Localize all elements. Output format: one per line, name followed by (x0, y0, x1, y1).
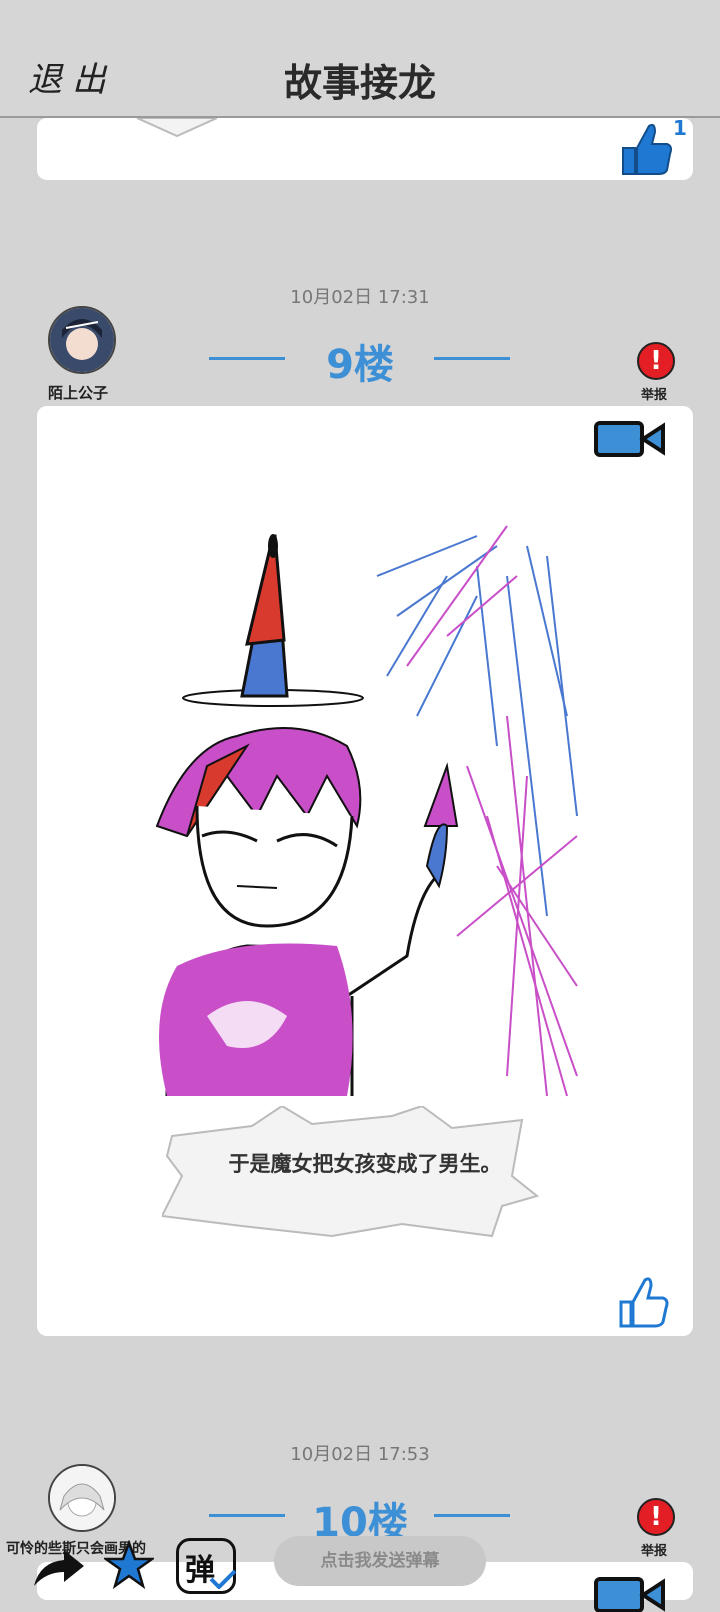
video-camera-icon[interactable] (593, 418, 667, 460)
previous-post-card: 1 (37, 116, 693, 180)
share-icon[interactable] (30, 1546, 86, 1590)
divider (434, 357, 510, 360)
speech-bubble-fragment (137, 118, 217, 138)
post-card: 于是魔女把女孩变成了男生。 (37, 406, 693, 1336)
page-title: 故事接龙 (283, 61, 436, 105)
star-icon[interactable] (104, 1540, 154, 1590)
report-icon[interactable]: ! (637, 1498, 675, 1536)
report-label[interactable]: 举报 (641, 384, 667, 403)
like-outline-icon[interactable] (615, 1274, 671, 1330)
report-label[interactable]: 举报 (641, 1540, 667, 1559)
danmaku-toggle-icon[interactable]: 弹 (176, 1538, 237, 1594)
top-bar: 退出 故事接龙 (0, 0, 720, 118)
divider (434, 1514, 510, 1517)
report-icon[interactable]: ! (637, 342, 675, 380)
check-icon (209, 1569, 237, 1589)
video-camera-icon[interactable] (593, 1574, 667, 1612)
like-count: 1 (673, 116, 687, 140)
story-drawing (155, 525, 578, 1097)
danmaku-input-button[interactable]: 点击我发送弹幕 (274, 1536, 486, 1586)
post-timestamp: 10月02日 17:31 (290, 287, 430, 308)
like-filled-icon[interactable] (615, 118, 675, 178)
post-timestamp: 10月02日 17:53 (290, 1444, 430, 1465)
floor-number: 9楼 (326, 342, 394, 388)
story-caption: 于是魔女把女孩变成了男生。 (228, 1152, 502, 1176)
